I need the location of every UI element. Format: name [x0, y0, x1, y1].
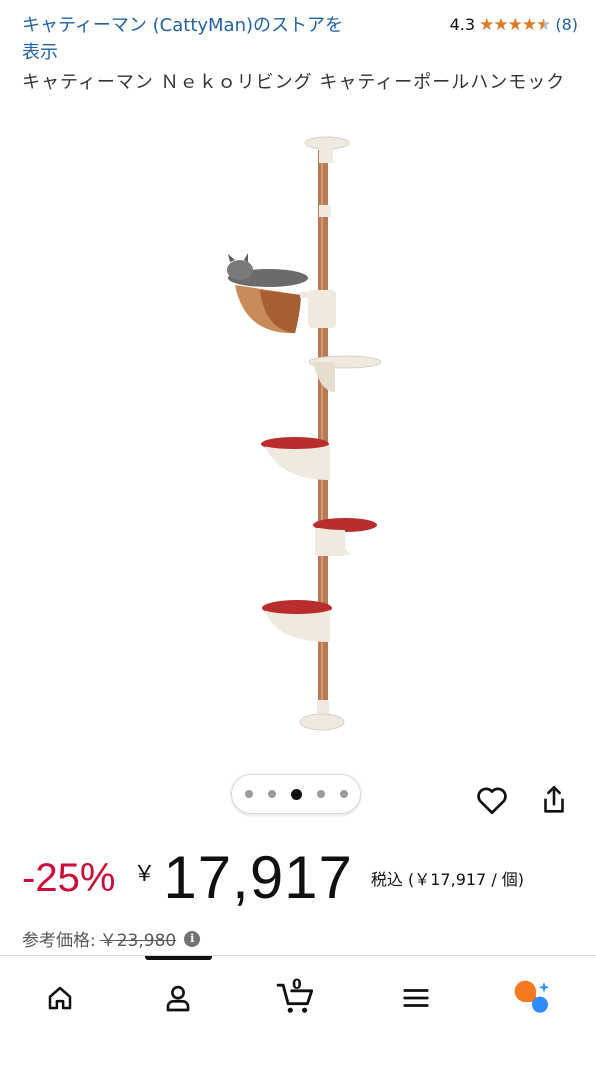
- reference-price-label: 参考価格:: [22, 931, 96, 951]
- rating-value: 4.3: [449, 15, 476, 34]
- reference-price: ￥23,980: [99, 931, 177, 951]
- info-icon[interactable]: i: [184, 930, 201, 947]
- cat-tree-pole-image[interactable]: [200, 130, 400, 740]
- rufus-icon: [514, 980, 550, 1013]
- discount-percent: -25%: [22, 856, 116, 900]
- cart-count: 0: [292, 977, 302, 993]
- star-rating-icons: ★ ★ ★ ★ ★: [479, 14, 551, 35]
- carousel-dot[interactable]: [244, 790, 253, 798]
- nav-menu[interactable]: [396, 978, 436, 1018]
- rating[interactable]: 4.3 ★ ★ ★ ★ ★ (8): [450, 15, 578, 34]
- heart-icon: [477, 787, 507, 815]
- star-icon: ★: [521, 14, 537, 35]
- menu-icon: [403, 989, 429, 1007]
- rating-count[interactable]: (8): [555, 15, 578, 34]
- product-title: キャティーマン Ｎｅｋｏリビング キャティーポールハンモック: [22, 72, 566, 93]
- image-carousel-indicator[interactable]: [231, 774, 361, 814]
- tax-note: 税込 (￥17,917 / 個): [370, 870, 525, 889]
- share-button[interactable]: [537, 782, 571, 818]
- star-icon: ★: [493, 14, 508, 35]
- nav-rufus[interactable]: [512, 978, 552, 1018]
- bottom-navigation-bar: 0: [0, 955, 596, 1081]
- carousel-dot[interactable]: [339, 790, 348, 798]
- carousel-dot[interactable]: [267, 790, 276, 798]
- half-star-icon: ★: [536, 14, 551, 35]
- nav-home[interactable]: [40, 978, 80, 1018]
- currency-symbol: ￥: [133, 861, 156, 886]
- store-rating-row: キャティーマン (CattyMan)のストアを表示 4.3 ★ ★ ★ ★ ★ …: [22, 12, 578, 66]
- nav-cart[interactable]: 0: [276, 977, 316, 1018]
- sale-price: 17,917: [163, 844, 353, 911]
- carousel-dot[interactable]: [290, 788, 302, 800]
- share-icon: [544, 785, 564, 813]
- price-row: -25% ￥ 17,917 税込 (￥17,917 / 個): [22, 842, 524, 914]
- account-icon: [166, 985, 190, 1012]
- reference-price-row: 参考価格: ￥23,980 i: [22, 926, 201, 951]
- star-icon: ★: [507, 14, 523, 35]
- star-icon: ★: [479, 14, 494, 35]
- wishlist-button[interactable]: [474, 782, 510, 818]
- store-link[interactable]: キャティーマン (CattyMan)のストアを表示: [22, 12, 352, 66]
- nav-account[interactable]: [158, 978, 198, 1018]
- carousel-dot[interactable]: [316, 790, 325, 798]
- home-icon: [48, 986, 72, 1010]
- product-header: キャティーマン (CattyMan)のストアを表示 4.3 ★ ★ ★ ★ ★ …: [22, 12, 578, 97]
- active-tab-indicator: [145, 956, 212, 960]
